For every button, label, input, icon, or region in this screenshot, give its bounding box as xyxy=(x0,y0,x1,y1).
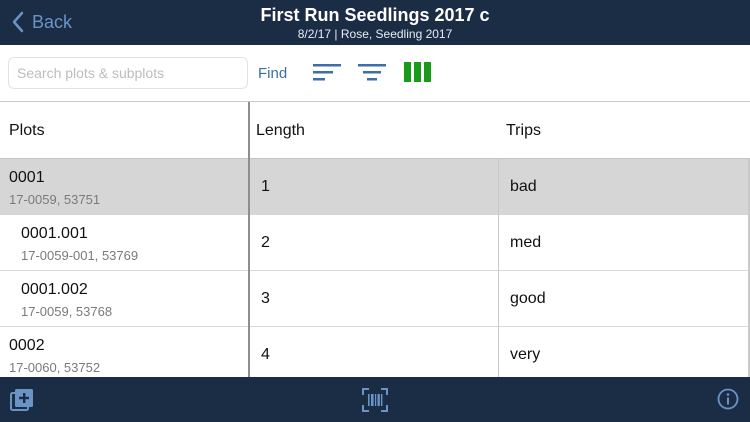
trips-cell[interactable]: good xyxy=(499,271,750,327)
plot-id: 0001.002 xyxy=(21,281,88,298)
trips-cell[interactable]: very xyxy=(499,327,750,383)
plot-detail: 17-0059-001, 53769 xyxy=(21,248,139,263)
table-row[interactable]: 0001 17-0059, 53751 1 bad xyxy=(0,159,750,215)
page-title: First Run Seedlings 2017 c xyxy=(260,5,490,25)
columns-icon[interactable] xyxy=(404,61,432,83)
search-input[interactable] xyxy=(8,57,248,89)
sort-icon[interactable] xyxy=(313,62,343,84)
plot-cell[interactable]: 0002 17-0060, 53752 xyxy=(0,327,248,383)
plots-table: Plots Length Trips 0001 17-0059, 53751 1… xyxy=(0,102,750,383)
column-header-plots[interactable]: Plots xyxy=(9,102,45,159)
plot-id: 0001 xyxy=(9,169,45,186)
bottom-toolbar xyxy=(0,377,750,422)
plot-id: 0001.001 xyxy=(21,225,88,242)
trips-cell[interactable]: bad xyxy=(499,159,750,215)
filter-icon[interactable] xyxy=(358,62,388,84)
length-cell[interactable]: 2 xyxy=(250,215,499,271)
plot-detail: 17-0059, 53751 xyxy=(9,192,101,207)
length-cell[interactable]: 3 xyxy=(250,271,499,327)
table-row[interactable]: 0001.001 17-0059-001, 53769 2 med xyxy=(0,215,750,271)
column-divider[interactable] xyxy=(248,102,250,377)
plot-detail: 17-0059, 53768 xyxy=(21,304,113,319)
nav-bar: Back First Run Seedlings 2017 c 8/2/17 |… xyxy=(0,0,750,45)
add-plot-icon[interactable] xyxy=(10,388,34,412)
plot-cell[interactable]: 0001 17-0059, 53751 xyxy=(0,159,248,215)
column-header-trips[interactable]: Trips xyxy=(506,102,541,159)
find-button[interactable]: Find xyxy=(258,65,287,82)
barcode-scan-icon[interactable] xyxy=(362,388,388,412)
page-subtitle: 8/2/17 | Rose, Seedling 2017 xyxy=(297,27,453,41)
plot-cell[interactable]: 0001.002 17-0059, 53768 xyxy=(0,271,248,327)
plot-id: 0002 xyxy=(9,337,45,354)
plot-detail: 17-0060, 53752 xyxy=(9,360,101,375)
column-header-length[interactable]: Length xyxy=(256,102,305,159)
table-row[interactable]: 0002 17-0060, 53752 4 very xyxy=(0,327,750,383)
table-row[interactable]: 0001.002 17-0059, 53768 3 good xyxy=(0,271,750,327)
length-cell[interactable]: 4 xyxy=(250,327,499,383)
length-cell[interactable]: 1 xyxy=(250,159,499,215)
info-icon[interactable] xyxy=(717,388,739,410)
trips-cell[interactable]: med xyxy=(499,215,750,271)
plot-cell[interactable]: 0001.001 17-0059-001, 53769 xyxy=(0,215,248,271)
toolbar: Find xyxy=(0,45,750,102)
